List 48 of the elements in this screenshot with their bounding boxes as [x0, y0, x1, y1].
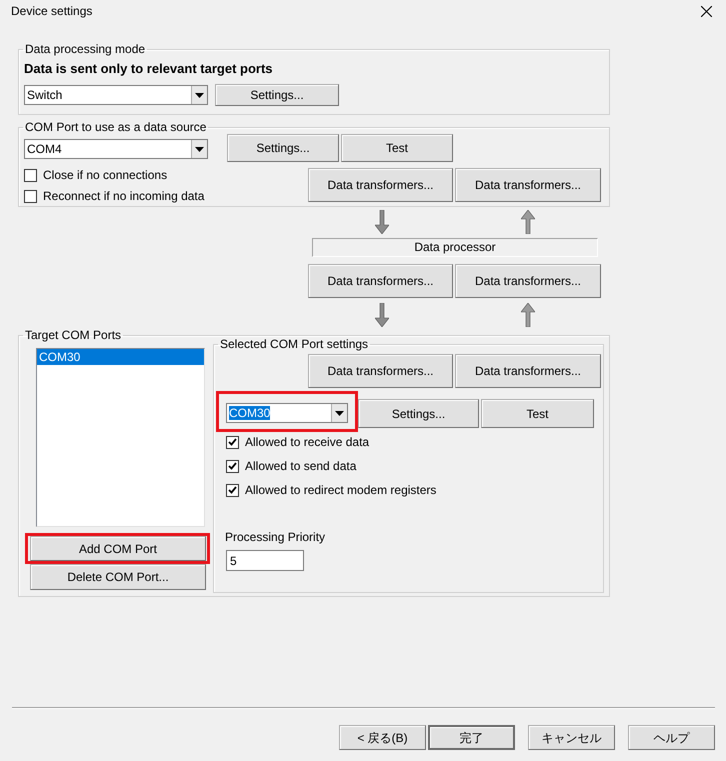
- test-button[interactable]: Test: [481, 399, 594, 428]
- group-label: Data processing mode: [24, 42, 146, 56]
- data-transformers-button[interactable]: Data transformers...: [308, 168, 453, 202]
- dialog-button[interactable]: < 戻る(B): [339, 725, 426, 750]
- dialog-button[interactable]: ヘルプ: [628, 725, 715, 750]
- caret-icon[interactable]: [335, 410, 344, 416]
- priority-field[interactable]: 5: [226, 550, 304, 571]
- caret-icon[interactable]: [195, 92, 204, 98]
- dropdown-field[interactable]: COM30: [226, 403, 348, 423]
- dropdown-field[interactable]: Switch: [24, 85, 208, 105]
- checkbox[interactable]: [226, 436, 239, 448]
- checkbox[interactable]: [226, 484, 239, 496]
- up-arrow-icon: [521, 303, 535, 327]
- data-transformers-button[interactable]: Data transformers...: [308, 354, 453, 388]
- group-label: COM Port to use as a data source: [24, 120, 208, 134]
- port-list[interactable]: COM30: [36, 348, 205, 527]
- checkbox[interactable]: [226, 460, 239, 472]
- group-label: Target COM Ports: [24, 328, 122, 342]
- test-button[interactable]: Test: [341, 134, 453, 162]
- down-arrow-icon: [374, 303, 388, 327]
- checkbox-label: Close if no connections: [43, 168, 168, 182]
- down-arrow-icon: [374, 210, 388, 234]
- checkbox[interactable]: [24, 168, 37, 182]
- delete-port-button[interactable]: Delete COM Port...: [30, 564, 206, 590]
- checkbox-label: Allowed to send data: [245, 459, 356, 473]
- checkbox[interactable]: [24, 190, 37, 202]
- data-transformers-button[interactable]: Data transformers...: [455, 168, 601, 202]
- dialog-button[interactable]: キャンセル: [528, 725, 615, 750]
- data-processor-box: Data processor: [312, 238, 598, 257]
- data-transformers-button[interactable]: Data transformers...: [455, 264, 601, 298]
- up-arrow-icon: [521, 210, 535, 234]
- settings-button[interactable]: Settings...: [358, 399, 479, 428]
- checkbox-label: Allowed to receive data: [245, 435, 370, 449]
- list-item[interactable]: COM30: [37, 349, 204, 365]
- dropdown-field[interactable]: COM4: [24, 139, 208, 159]
- mode-description: Data is sent only to relevant target ports: [24, 62, 274, 76]
- window-title: Device settings: [11, 3, 92, 20]
- checkbox-label: Reconnect if no incoming data: [43, 189, 204, 203]
- dialog-button[interactable]: 完了: [428, 725, 515, 750]
- add-port-button[interactable]: Add COM Port: [30, 536, 206, 561]
- settings-button[interactable]: Settings...: [215, 84, 339, 106]
- group-label: Selected COM Port settings: [219, 337, 370, 351]
- data-transformers-button[interactable]: Data transformers...: [308, 264, 453, 298]
- settings-button[interactable]: Settings...: [227, 134, 339, 162]
- caret-icon[interactable]: [195, 146, 204, 152]
- data-transformers-button[interactable]: Data transformers...: [455, 354, 601, 388]
- checkbox-label: Allowed to redirect modem registers: [245, 483, 436, 497]
- priority-label: Processing Priority: [225, 530, 326, 544]
